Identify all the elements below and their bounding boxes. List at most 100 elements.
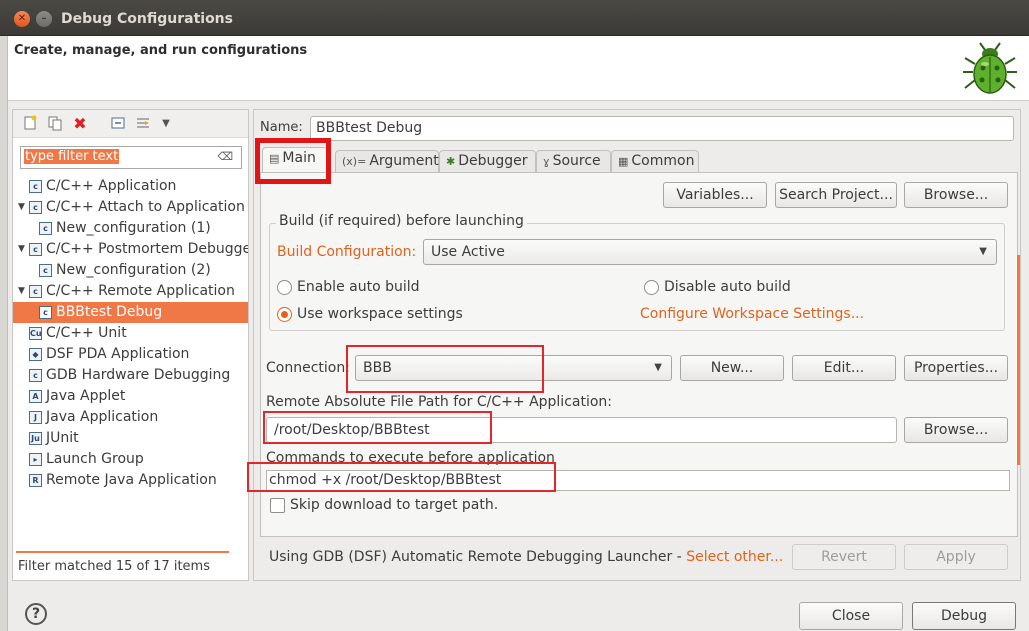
expand-arrow-icon[interactable]: ▼ (18, 281, 25, 302)
apply-button[interactable]: Apply (904, 544, 1008, 570)
tab-common[interactable]: ▦ Common (611, 150, 699, 172)
debug-button[interactable]: Debug (912, 602, 1016, 630)
dialog-subtitle: Create, manage, and run configurations (14, 43, 308, 58)
common-icon: ▦ (618, 155, 629, 168)
collapse-all-icon[interactable] (109, 115, 127, 133)
tab-source-label: Source (552, 153, 601, 169)
tree-item[interactable]: ▼ c C/C++ Remote Application (13, 281, 248, 302)
duplicate-icon[interactable] (46, 115, 64, 133)
configure-workspace-link[interactable]: Configure Workspace Settings... (640, 306, 864, 322)
close-window-icon[interactable]: ✕ (14, 11, 30, 27)
tree-item[interactable]: Ju JUnit (13, 428, 248, 449)
clear-filter-icon[interactable]: ⌫ (217, 150, 233, 163)
dialog-header: Create, manage, and run configurations (8, 36, 1029, 101)
c-app-icon: c (29, 180, 42, 193)
variables-button[interactable]: Variables... (663, 182, 767, 208)
highlight-main-tab (255, 138, 331, 184)
tree-item[interactable]: ▼ c C/C++ Postmortem Debugger (13, 239, 248, 260)
disable-auto-build-radio[interactable] (644, 280, 659, 295)
expand-arrow-icon[interactable]: ▼ (18, 239, 25, 260)
launcher-text: Using GDB (DSF) Automatic Remote Debuggi… (269, 549, 783, 565)
delete-icon[interactable]: ✖ (71, 115, 89, 133)
cu-icon: Cu (29, 327, 42, 340)
c-app-icon: c (29, 201, 42, 214)
build-config-value: Use Active (431, 244, 505, 260)
highlight-remote-path (263, 411, 492, 444)
enable-auto-build-radio[interactable] (277, 280, 292, 295)
dropdown-icon[interactable]: ▼ (157, 115, 175, 133)
search-project-button[interactable]: Search Project... (775, 182, 897, 208)
tree-item-label: Remote Java Application (46, 472, 217, 488)
tree-item[interactable]: c C/C++ Application (13, 176, 248, 197)
tree-item[interactable]: Cu C/C++ Unit (13, 323, 248, 344)
edit-connection-button[interactable]: Edit... (792, 355, 896, 381)
c-app-icon: c (29, 285, 42, 298)
browse-button[interactable]: Browse... (904, 182, 1008, 208)
tree-item-label: C/C++ Remote Application (46, 283, 235, 299)
config-tree: c C/C++ Application ▼ c C/C++ Attach to Appl… (13, 176, 248, 491)
tree-item-label: GDB Hardware Debugging (46, 367, 231, 383)
tab-source[interactable]: ɣ Source (536, 150, 611, 172)
config-name-input[interactable]: BBBtest Debug (310, 116, 1014, 141)
build-group-title: Build (if required) before launching (276, 213, 527, 229)
window-title: Debug Configurations (61, 11, 233, 27)
pda-icon: ◆ (29, 348, 42, 361)
highlight-commands (247, 462, 556, 492)
tree-item-label: Java Application (46, 409, 159, 425)
tree-item-label: DSF PDA Application (46, 346, 190, 362)
skip-download-label: Skip download to target path. (290, 497, 499, 513)
tree-item-label: New_configuration (2) (56, 262, 211, 278)
tab-arguments[interactable]: (x)= Arguments (335, 150, 446, 172)
tree-item[interactable]: c New_configuration (2) (13, 260, 248, 281)
browse-remote-button[interactable]: Browse... (904, 417, 1008, 443)
config-toolbar: ✖ ▼ (13, 110, 248, 138)
tree-item[interactable]: J Java Application (13, 407, 248, 428)
title-bar: ✕ – Debug Configurations (0, 0, 1029, 36)
new-connection-button[interactable]: New... (680, 355, 784, 381)
tab-debugger-label: Debugger (458, 153, 528, 169)
background-window-edge (0, 36, 8, 631)
connection-properties-button[interactable]: Properties... (904, 355, 1008, 381)
expand-arrow-icon[interactable]: ▼ (18, 197, 25, 218)
tree-item-label: JUnit (46, 430, 79, 446)
c-app-icon: c (29, 243, 42, 256)
tree-item[interactable]: ▼ c C/C++ Attach to Application (13, 197, 248, 218)
scroll-indicator[interactable] (1017, 255, 1020, 465)
filter-icon[interactable] (134, 115, 152, 133)
skip-download-checkbox[interactable] (270, 498, 285, 513)
tree-item[interactable]: R Remote Java Application (13, 470, 248, 491)
filter-input[interactable]: type filter text ⌫ (20, 146, 242, 169)
tab-arguments-label: Arguments (369, 153, 447, 169)
name-label: Name: (260, 120, 303, 135)
tree-item-label: New_configuration (1) (56, 220, 211, 236)
disable-auto-build-label: Disable auto build (664, 279, 791, 295)
revert-button[interactable]: Revert (792, 544, 896, 570)
help-icon[interactable]: ? (25, 603, 47, 625)
tree-item-label: Launch Group (46, 451, 144, 467)
build-config-select[interactable]: Use Active ▼ (423, 239, 997, 265)
tree-item[interactable]: ▸ Launch Group (13, 449, 248, 470)
tree-item[interactable]: c GDB Hardware Debugging (13, 365, 248, 386)
c-app-icon: c (29, 369, 42, 382)
tree-item[interactable]: ◆ DSF PDA Application (13, 344, 248, 365)
minimize-window-icon[interactable]: – (36, 11, 52, 27)
new-config-icon[interactable] (21, 115, 39, 133)
tree-item-label: Java Applet (46, 388, 126, 404)
filter-placeholder-text: type filter text (24, 149, 120, 164)
use-workspace-settings-radio[interactable] (277, 307, 292, 322)
junit-icon: Ju (29, 432, 42, 445)
tree-item-label: BBBtest Debug (56, 304, 163, 320)
close-button[interactable]: Close (799, 602, 903, 630)
launch-config-panel: ✖ ▼ type filter text ⌫ c C/C++ Applicatio… (12, 109, 249, 581)
tree-item[interactable]: c New_configuration (1) (13, 218, 248, 239)
tab-debugger[interactable]: ✱ Debugger (439, 150, 536, 172)
select-other-link[interactable]: Select other... (686, 549, 783, 565)
source-icon: ɣ (543, 155, 550, 168)
tree-item-label: C/C++ Application (46, 178, 177, 194)
tree-item[interactable]: A Java Applet (13, 386, 248, 407)
build-group: Build (if required) before launching Bui… (269, 213, 1005, 331)
tree-item-label: C/C++ Postmortem Debugger (46, 241, 248, 257)
arguments-icon: (x)= (342, 155, 367, 168)
chevron-down-icon: ▼ (979, 246, 987, 257)
tree-item[interactable]: c BBBtest Debug (13, 302, 248, 323)
